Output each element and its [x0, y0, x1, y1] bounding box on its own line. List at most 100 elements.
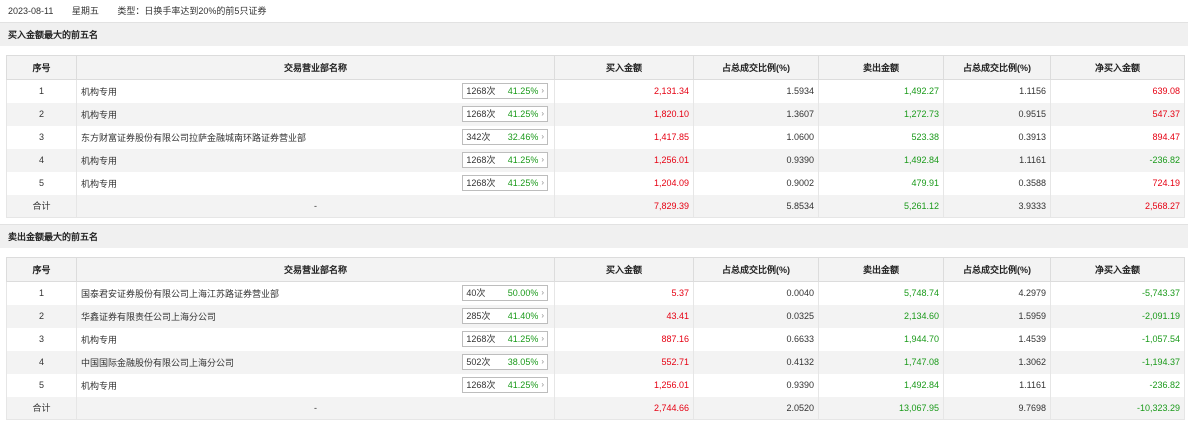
table-row: 2 机构专用 1268次 41.25% › 1,820.10 1.3607 1,272.73 0… — [6, 102, 1185, 126]
chevron-right-icon: › — [541, 154, 544, 164]
net-amount: 639.08 — [1050, 79, 1185, 103]
col-header-buy: 买入金额 — [554, 257, 694, 282]
total-sell-amount: 13,067.95 — [818, 396, 944, 420]
sell-ratio: 1.3062 — [943, 350, 1051, 374]
branch-name[interactable]: 机构专用 — [81, 177, 117, 190]
col-header-sell: 卖出金额 — [818, 55, 944, 80]
sell-ratio: 1.4539 — [943, 327, 1051, 351]
buy-ratio: 0.0325 — [693, 304, 819, 328]
date-text: 2023-08-11 — [8, 6, 54, 16]
chevron-right-icon: › — [541, 131, 544, 141]
branch-stats-badge[interactable]: 40次 50.00% › — [462, 285, 548, 301]
net-amount: 724.19 — [1050, 171, 1185, 195]
net-amount: -2,091.19 — [1050, 304, 1185, 328]
row-number: 2 — [6, 304, 77, 328]
success-rate: 41.25% — [507, 333, 539, 344]
table-row: 3 机构专用 1268次 41.25% › 887.16 0.6633 1,944.70 1.4… — [6, 327, 1185, 351]
buy-amount: 1,256.01 — [554, 148, 694, 172]
sell-amount: 1,492.27 — [818, 79, 944, 103]
success-rate: 41.25% — [507, 154, 539, 165]
sell-table: 序号 交易营业部名称 买入金额 占总成交比例(%) 卖出金额 占总成交比例(%)… — [6, 257, 1185, 420]
listing-count: 1268次 — [466, 333, 496, 344]
table-row: 1 国泰君安证券股份有限公司上海江苏路证券营业部 40次 50.00% › 5.37 0.0… — [6, 281, 1185, 305]
branch-stats-badge[interactable]: 1268次 41.25% › — [462, 151, 548, 168]
branch-stats-badge[interactable]: 1268次 41.25% › — [462, 330, 548, 347]
branch-cell: 机构专用 1268次 41.25% › — [76, 102, 555, 126]
table-row: 3 东方财富证券股份有限公司拉萨金融城南环路证券营业部 342次 32.46% › 1,4… — [6, 125, 1185, 149]
success-rate: 41.25% — [507, 108, 539, 119]
branch-cell: 机构专用 1268次 41.25% › — [76, 79, 555, 103]
success-rate: 41.25% — [507, 86, 539, 96]
buy-amount: 1,204.09 — [554, 171, 694, 195]
branch-stats-badge[interactable]: 1268次 41.25% › — [462, 105, 548, 122]
branch-name[interactable]: 机构专用 — [81, 333, 117, 346]
branch-stats-badge[interactable]: 502次 38.05% › — [462, 353, 548, 370]
sell-ratio: 1.1161 — [943, 148, 1051, 172]
success-rate: 50.00% — [507, 288, 539, 298]
buy-amount: 887.16 — [554, 327, 694, 351]
success-rate: 41.40% — [507, 310, 539, 321]
type-text: 类型：日换手率达到20%的前5只证券 — [117, 6, 267, 16]
listing-count: 1268次 — [466, 86, 496, 96]
buy-amount: 552.71 — [554, 350, 694, 374]
net-amount: -1,057.54 — [1050, 327, 1185, 351]
col-header-no: 序号 — [6, 55, 77, 80]
branch-name[interactable]: 机构专用 — [81, 154, 117, 167]
buy-amount: 2,131.34 — [554, 79, 694, 103]
branch-name[interactable]: 机构专用 — [81, 108, 117, 121]
total-label: 合计 — [6, 194, 77, 218]
row-number: 2 — [6, 102, 77, 126]
branch-cell: 机构专用 1268次 41.25% › — [76, 171, 555, 195]
row-number: 5 — [6, 373, 77, 397]
col-header-branch: 交易营业部名称 — [76, 55, 555, 80]
total-branch: - — [76, 194, 555, 218]
row-number: 1 — [6, 79, 77, 103]
branch-stats-badge[interactable]: 1268次 41.25% › — [462, 83, 548, 99]
listing-count: 1268次 — [466, 154, 496, 165]
branch-name[interactable]: 东方财富证券股份有限公司拉萨金融城南环路证券营业部 — [81, 131, 306, 144]
table-row: 2 华鑫证券有限责任公司上海分公司 285次 41.40% › 43.41 0.0325 2,… — [6, 304, 1185, 328]
buy-ratio: 0.9390 — [693, 148, 819, 172]
branch-cell: 中国国际金融股份有限公司上海分公司 502次 38.05% › — [76, 350, 555, 374]
branch-stats-badge[interactable]: 285次 41.40% › — [462, 307, 548, 324]
col-header-buy-ratio: 占总成交比例(%) — [693, 55, 819, 80]
listing-count: 1268次 — [466, 108, 496, 119]
branch-name[interactable]: 机构专用 — [81, 379, 117, 392]
chevron-right-icon: › — [541, 356, 544, 366]
info-bar: 2023-08-11 星期五 类型：日换手率达到20%的前5只证券 — [0, 0, 1188, 22]
buy-ratio: 1.0600 — [693, 125, 819, 149]
sell-ratio: 0.3588 — [943, 171, 1051, 195]
branch-name[interactable]: 中国国际金融股份有限公司上海分公司 — [81, 356, 234, 369]
success-rate: 41.25% — [507, 379, 539, 390]
sell-table-header: 序号 交易营业部名称 买入金额 占总成交比例(%) 卖出金额 占总成交比例(%)… — [6, 257, 1185, 282]
row-number: 5 — [6, 171, 77, 195]
row-number: 4 — [6, 148, 77, 172]
col-header-no: 序号 — [6, 257, 77, 282]
buy-ratio: 1.5934 — [693, 79, 819, 103]
sell-ratio: 4.2979 — [943, 281, 1051, 305]
branch-name[interactable]: 华鑫证券有限责任公司上海分公司 — [81, 310, 216, 323]
total-branch: - — [76, 396, 555, 420]
branch-stats-badge[interactable]: 1268次 41.25% › — [462, 174, 548, 191]
buy-amount: 1,417.85 — [554, 125, 694, 149]
branch-name[interactable]: 机构专用 — [81, 85, 117, 98]
buy-amount: 1,820.10 — [554, 102, 694, 126]
total-net-amount: -10,323.29 — [1050, 396, 1185, 420]
row-number: 3 — [6, 327, 77, 351]
branch-cell: 机构专用 1268次 41.25% › — [76, 148, 555, 172]
branch-name[interactable]: 国泰君安证券股份有限公司上海江苏路证券营业部 — [81, 287, 279, 300]
buy-table-header: 序号 交易营业部名称 买入金额 占总成交比例(%) 卖出金额 占总成交比例(%)… — [6, 55, 1185, 80]
branch-stats-badge[interactable]: 1268次 41.25% › — [462, 376, 548, 393]
success-rate: 41.25% — [507, 177, 539, 188]
buy-ratio: 0.9002 — [693, 171, 819, 195]
branch-stats-badge[interactable]: 342次 32.46% › — [462, 128, 548, 145]
chevron-right-icon: › — [541, 288, 544, 297]
total-buy-amount: 7,829.39 — [554, 194, 694, 218]
sell-amount: 2,134.60 — [818, 304, 944, 328]
total-sell-amount: 5,261.12 — [818, 194, 944, 218]
row-number: 1 — [6, 281, 77, 305]
total-label: 合计 — [6, 396, 77, 420]
sell-amount: 1,272.73 — [818, 102, 944, 126]
chevron-right-icon: › — [541, 379, 544, 389]
buy-ratio: 0.9390 — [693, 373, 819, 397]
